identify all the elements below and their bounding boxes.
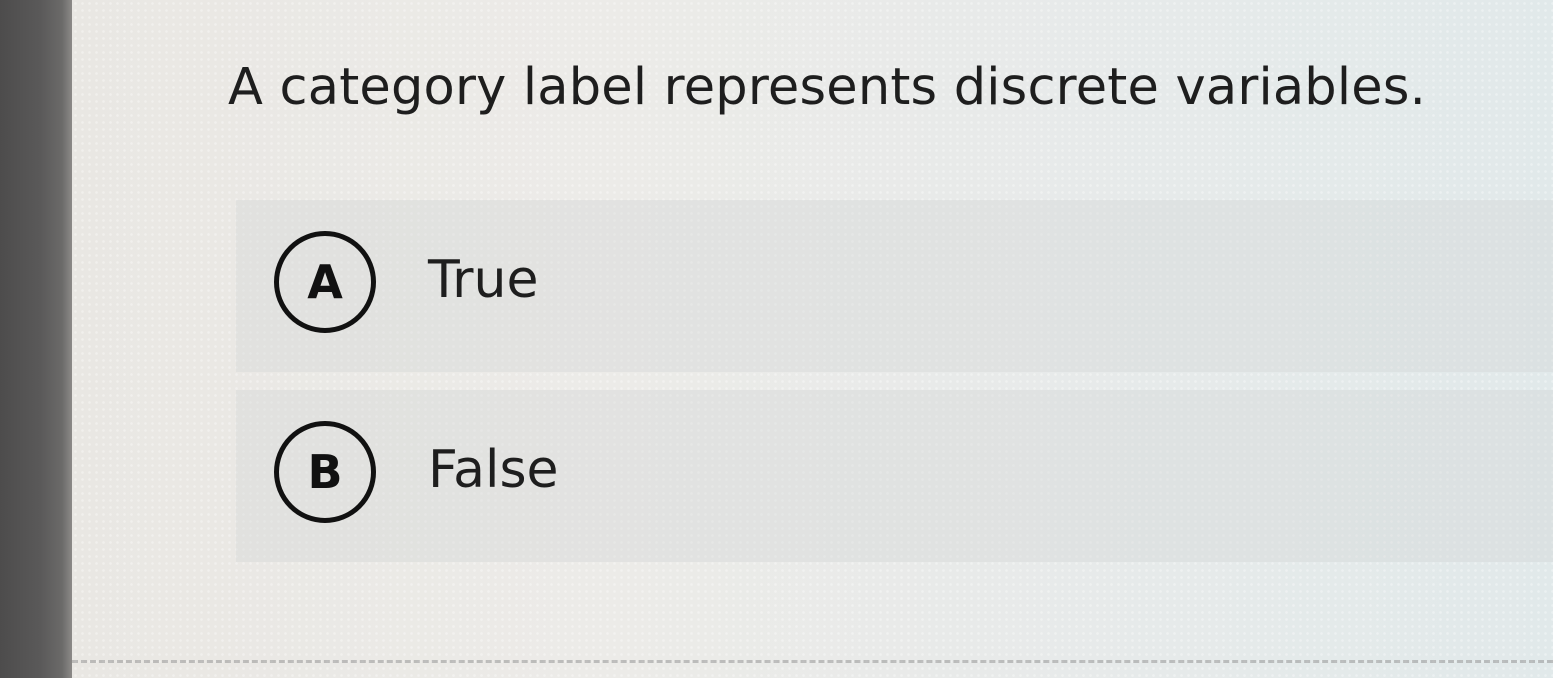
quiz-screen: A category label represents discrete var… — [72, 0, 1553, 678]
option-letter-a: A — [307, 255, 343, 309]
divider — [72, 660, 1553, 663]
monitor-bezel — [0, 0, 72, 678]
option-label-false: False — [428, 440, 559, 500]
answer-option-b[interactable]: B False — [236, 390, 1553, 562]
option-letter-b: B — [307, 445, 343, 499]
option-label-true: True — [428, 250, 539, 310]
answer-option-a[interactable]: A True — [236, 200, 1553, 372]
question-text: A category label represents discrete var… — [228, 58, 1427, 117]
option-letter-badge-a: A — [274, 231, 376, 333]
option-letter-badge-b: B — [274, 421, 376, 523]
